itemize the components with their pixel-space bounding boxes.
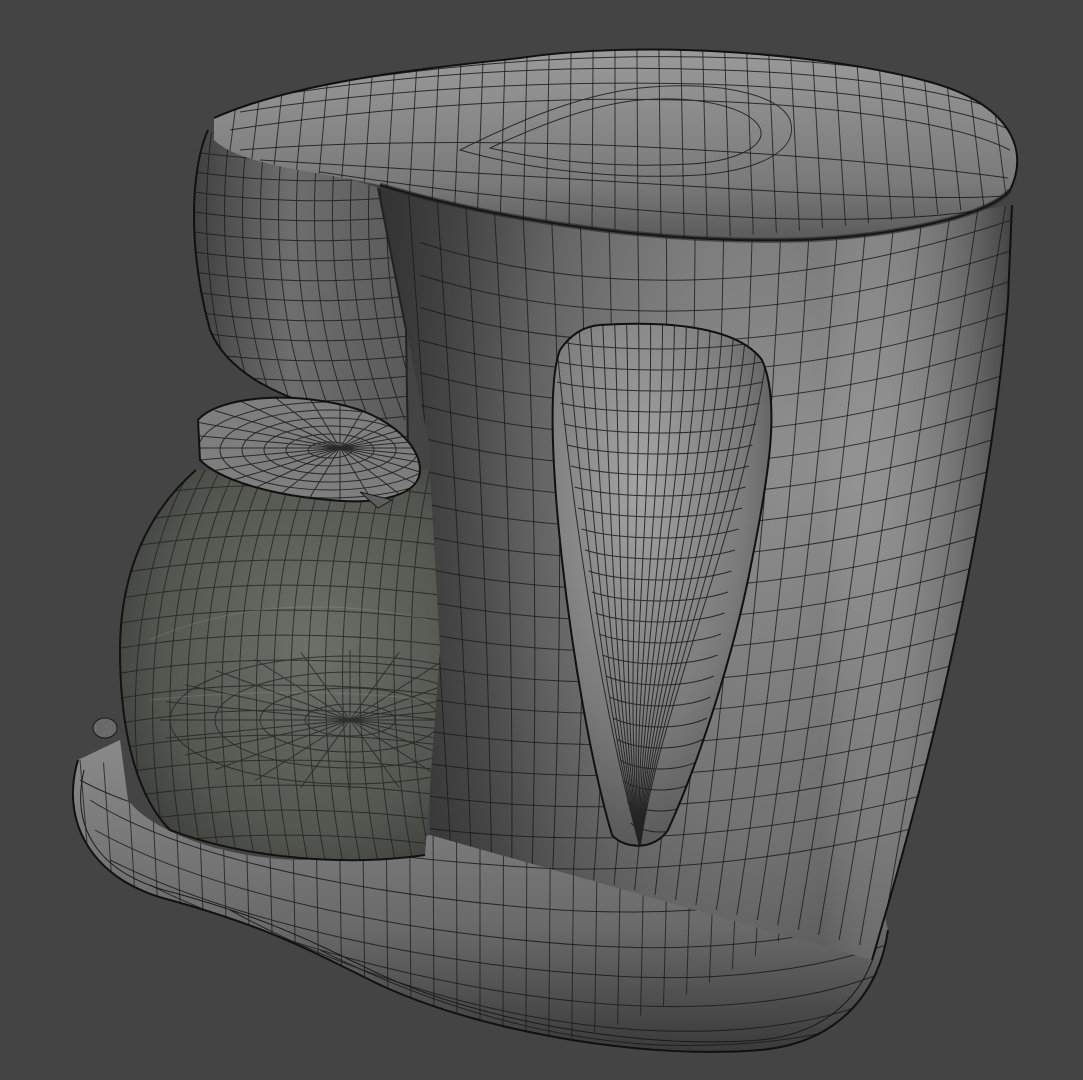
carafe-knob <box>92 717 118 739</box>
viewport-canvas[interactable] <box>0 0 1083 1080</box>
3d-viewport[interactable] <box>0 0 1083 1080</box>
